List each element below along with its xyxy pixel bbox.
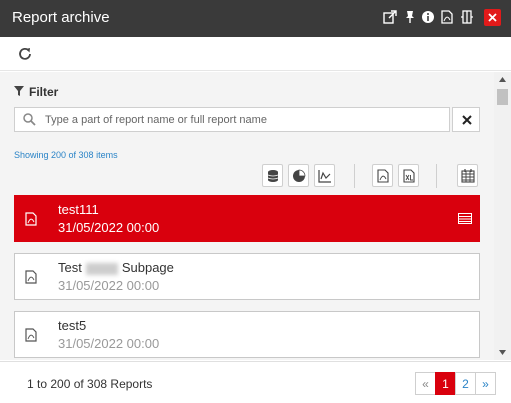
report-name: Test Subpage bbox=[58, 260, 174, 275]
view-line-chart-button[interactable] bbox=[314, 164, 335, 187]
report-list-panel: Filter Showing 200 of 308 items test111 … bbox=[0, 72, 494, 360]
report-date: 31/05/2022 00:00 bbox=[58, 220, 160, 235]
view-pie-chart-button[interactable] bbox=[288, 164, 309, 187]
close-button[interactable] bbox=[484, 9, 501, 26]
footer: 1 to 200 of 308 Reports « 1 2 » bbox=[0, 361, 511, 403]
pagination-next[interactable]: » bbox=[475, 372, 496, 395]
toolbar bbox=[0, 37, 511, 71]
scroll-down-icon[interactable] bbox=[498, 348, 507, 357]
pagination: « 1 2 » bbox=[415, 372, 496, 395]
title-bar: Report archive bbox=[0, 0, 511, 37]
showing-count: Showing 200 of 308 items bbox=[14, 150, 118, 160]
view-database-button[interactable] bbox=[262, 164, 283, 187]
report-details-icon[interactable] bbox=[458, 213, 472, 224]
pagination-page-2[interactable]: 2 bbox=[455, 372, 476, 395]
report-date: 31/05/2022 00:00 bbox=[58, 336, 160, 351]
toolbar-divider bbox=[436, 164, 437, 188]
refresh-icon[interactable] bbox=[16, 45, 34, 63]
report-name: test111 bbox=[58, 202, 99, 217]
pdf-file-icon bbox=[25, 212, 37, 226]
report-name-prefix: Test bbox=[58, 260, 82, 275]
pagination-prev[interactable]: « bbox=[415, 372, 436, 395]
report-name: test5 bbox=[58, 318, 87, 333]
close-icon bbox=[462, 115, 472, 125]
database-icon bbox=[267, 170, 279, 182]
search-icon bbox=[23, 113, 36, 126]
report-date: 31/05/2022 00:00 bbox=[58, 278, 160, 293]
xls-icon bbox=[403, 169, 415, 183]
redacted-text bbox=[85, 262, 118, 275]
toolbar-divider bbox=[354, 164, 355, 188]
pdf-file-icon bbox=[25, 270, 37, 284]
pin-icon[interactable] bbox=[403, 10, 417, 24]
search-box bbox=[14, 107, 450, 132]
filter-icon bbox=[14, 86, 24, 96]
report-name-suffix: Subpage bbox=[121, 260, 174, 275]
scrollbar-thumb[interactable] bbox=[497, 89, 508, 105]
filter-label: Filter bbox=[29, 85, 59, 99]
report-count: 1 to 200 of 308 Reports bbox=[27, 377, 153, 391]
pagination-page-1[interactable]: 1 bbox=[435, 372, 456, 395]
export-xls-button[interactable] bbox=[398, 164, 419, 187]
close-icon bbox=[488, 13, 497, 22]
split-icon[interactable] bbox=[460, 10, 474, 24]
pdf-icon bbox=[377, 169, 389, 183]
report-item[interactable]: test111 31/05/2022 00:00 bbox=[14, 195, 480, 242]
search-input[interactable] bbox=[45, 111, 445, 128]
report-item[interactable]: test5 31/05/2022 00:00 bbox=[14, 311, 480, 358]
line-chart-icon bbox=[318, 170, 331, 183]
report-item[interactable]: Test Subpage 31/05/2022 00:00 bbox=[14, 253, 480, 300]
scrollbar[interactable] bbox=[494, 72, 511, 360]
grid-icon bbox=[461, 169, 475, 183]
view-grid-button[interactable] bbox=[457, 164, 478, 187]
window-title: Report archive bbox=[12, 9, 110, 26]
scroll-up-icon[interactable] bbox=[498, 75, 507, 84]
export-pdf-button[interactable] bbox=[372, 164, 393, 187]
pdf-export-icon[interactable] bbox=[440, 10, 454, 24]
pie-chart-icon bbox=[293, 169, 306, 182]
info-icon[interactable] bbox=[421, 10, 435, 24]
pdf-file-icon bbox=[25, 328, 37, 342]
clear-search-button[interactable] bbox=[452, 107, 480, 132]
popout-icon[interactable] bbox=[383, 10, 397, 24]
